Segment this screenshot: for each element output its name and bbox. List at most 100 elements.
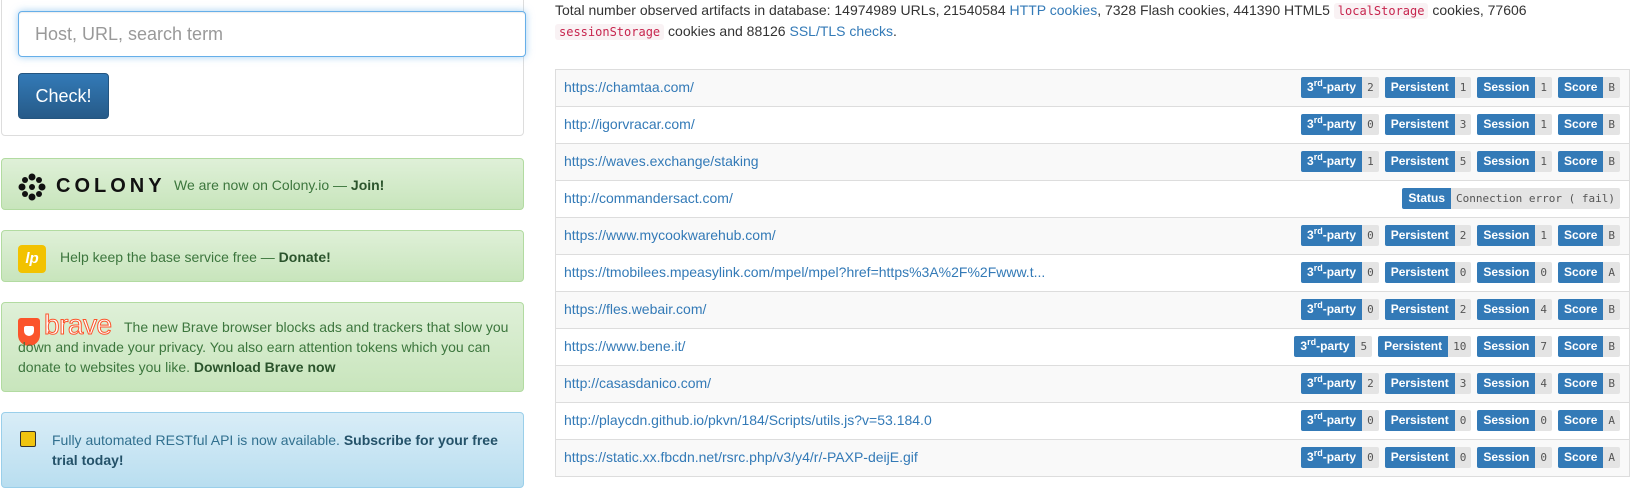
result-badges: 3rd-party 0 Persistent 2 Session 1 Score B	[1301, 225, 1620, 246]
third-party-badge-label: 3rd-party	[1301, 373, 1363, 394]
result-url-link[interactable]: https://static.xx.fbcdn.net/rsrc.php/v3/…	[564, 449, 918, 465]
third-party-label-part: rd	[1307, 337, 1317, 347]
result-row: http://playcdn.github.io/pkvn/184/Script…	[555, 403, 1630, 440]
result-url-link[interactable]: https://www.bene.it/	[564, 338, 685, 354]
score-label-part: Score	[1564, 450, 1598, 464]
result-url-link[interactable]: http://commandersact.com/	[564, 190, 733, 206]
colony-text: We are now on Colony.io — Join!	[174, 175, 384, 195]
persistent-label-part: Persistent	[1390, 450, 1449, 464]
score-label-part: Score	[1564, 228, 1598, 242]
result-url-link[interactable]: http://igorvracar.com/	[564, 116, 695, 132]
persistent-label-part: Persistent	[1390, 117, 1449, 131]
session-label-part: Session	[1483, 302, 1530, 316]
score-badge: Score B	[1558, 336, 1620, 357]
result-row: https://www.bene.it/3rd-party 5 Persistent…	[555, 329, 1630, 366]
third-party-label-part: 3	[1307, 302, 1314, 316]
localstorage-code: localStorage	[1333, 3, 1429, 19]
session-badge-value: 0	[1535, 447, 1553, 468]
third-party-label-part: -party	[1316, 339, 1350, 353]
check-button[interactable]: Check!	[18, 73, 109, 119]
result-url-link[interactable]: http://casasdanico.com/	[564, 375, 711, 391]
third-party-label-part: rd	[1313, 263, 1323, 273]
result-url-link[interactable]: https://tmobilees.mpeasylink.com/mpel/mp…	[564, 264, 1045, 280]
session-badge-value: 7	[1535, 336, 1553, 357]
colony-join-link[interactable]: Join!	[351, 177, 384, 193]
ssl-tls-checks-link[interactable]: SSL/TLS checks	[789, 23, 893, 39]
session-badge-label: Session	[1477, 114, 1536, 135]
score-badge-label: Score	[1558, 77, 1604, 98]
score-badge-value: B	[1603, 373, 1620, 394]
persistent-badge-value: 1	[1454, 77, 1472, 98]
session-label-part: Session	[1483, 80, 1530, 94]
persistent-badge: Persistent 0	[1384, 447, 1472, 468]
persistent-badge: Persistent 2	[1384, 299, 1472, 320]
result-row: http://casasdanico.com/3rd-party 2 Persist…	[555, 366, 1630, 403]
session-label-part: Session	[1483, 339, 1530, 353]
score-badge: Score B	[1558, 77, 1620, 98]
session-label-part: Session	[1483, 265, 1530, 279]
third-party-badge-value: 0	[1362, 225, 1379, 246]
score-badge: Score B	[1558, 151, 1620, 172]
score-label-part: Score	[1564, 154, 1598, 168]
sessionstorage-code: sessionStorage	[555, 24, 665, 40]
score-badge: Score A	[1558, 262, 1620, 283]
score-badge-label: Score	[1558, 225, 1604, 246]
result-url-link[interactable]: https://www.mycookwarehub.com/	[564, 227, 776, 243]
third-party-badge-label: 3rd-party	[1301, 410, 1363, 431]
persistent-badge-label: Persistent	[1384, 410, 1455, 431]
session-badge-value: 0	[1535, 262, 1553, 283]
persistent-badge: Persistent 2	[1384, 225, 1472, 246]
result-url-link[interactable]: https://waves.exchange/staking	[564, 153, 759, 169]
result-badges: 3rd-party 5 Persistent 10 Session 7 Score B	[1294, 336, 1620, 357]
persistent-badge-label: Persistent	[1384, 373, 1455, 394]
score-badge: Score A	[1558, 447, 1620, 468]
donate-banner: lp Help keep the base service free — Don…	[1, 230, 524, 282]
third-party-label-part: -party	[1322, 154, 1357, 168]
third-party-badge-label: 3rd-party	[1301, 77, 1363, 98]
http-cookies-link[interactable]: HTTP cookies	[1010, 2, 1098, 18]
third-party-badge-value: 2	[1362, 77, 1379, 98]
score-badge-label: Score	[1558, 336, 1604, 357]
third-party-badge-value: 0	[1362, 299, 1379, 320]
third-party-label-part: -party	[1322, 80, 1357, 94]
donate-link[interactable]: Donate!	[279, 249, 331, 265]
session-badge: Session 1	[1477, 77, 1553, 98]
score-label-part: Score	[1564, 117, 1598, 131]
result-url-link[interactable]: https://chamtaa.com/	[564, 79, 694, 95]
score-label-part: Score	[1564, 376, 1598, 390]
score-badge-label: Score	[1558, 373, 1604, 394]
third-party-badge-label: 3rd-party	[1301, 225, 1363, 246]
third-party-badge-label: 3rd-party	[1301, 299, 1363, 320]
third-party-badge: 3rd-party 0	[1301, 447, 1379, 468]
result-badges: 3rd-party 0 Persistent 0 Session 0 Score A	[1301, 410, 1620, 431]
result-row: https://www.mycookwarehub.com/3rd-party 0…	[555, 218, 1630, 255]
score-badge-label: Score	[1558, 262, 1604, 283]
brave-banner: brave The new Brave browser blocks ads a…	[1, 302, 524, 392]
session-badge-label: Session	[1477, 373, 1536, 394]
third-party-badge-label: 3rd-party	[1294, 336, 1356, 357]
result-row: https://tmobilees.mpeasylink.com/mpel/mp…	[555, 255, 1630, 292]
persistent-label-part: Persistent	[1384, 339, 1443, 353]
stats-text-2: , 7328 Flash cookies, 441390 HTML5	[1097, 2, 1334, 18]
search-input[interactable]	[18, 11, 526, 57]
session-badge: Session 0	[1477, 262, 1553, 283]
score-badge-value: B	[1603, 225, 1620, 246]
third-party-label-part: rd	[1313, 78, 1323, 88]
persistent-label-part: Persistent	[1390, 80, 1449, 94]
persistent-badge: Persistent 0	[1384, 410, 1472, 431]
third-party-label-part: rd	[1313, 300, 1323, 310]
persistent-badge: Persistent 3	[1384, 114, 1472, 135]
session-badge-label: Session	[1477, 336, 1536, 357]
persistent-badge-label: Persistent	[1384, 151, 1455, 172]
score-badge-value: A	[1603, 447, 1620, 468]
third-party-label-part: -party	[1322, 376, 1357, 390]
third-party-badge-label: 3rd-party	[1301, 447, 1363, 468]
third-party-badge-label: 3rd-party	[1301, 151, 1363, 172]
result-url-link[interactable]: https://fles.webair.com/	[564, 301, 706, 317]
third-party-label-part: -party	[1322, 413, 1357, 427]
colony-wordmark: COLONY	[56, 175, 166, 197]
persistent-badge-label: Persistent	[1384, 225, 1455, 246]
download-brave-link[interactable]: Download Brave now	[194, 359, 336, 375]
session-badge: Session 0	[1477, 447, 1553, 468]
result-url-link[interactable]: http://playcdn.github.io/pkvn/184/Script…	[564, 412, 932, 428]
